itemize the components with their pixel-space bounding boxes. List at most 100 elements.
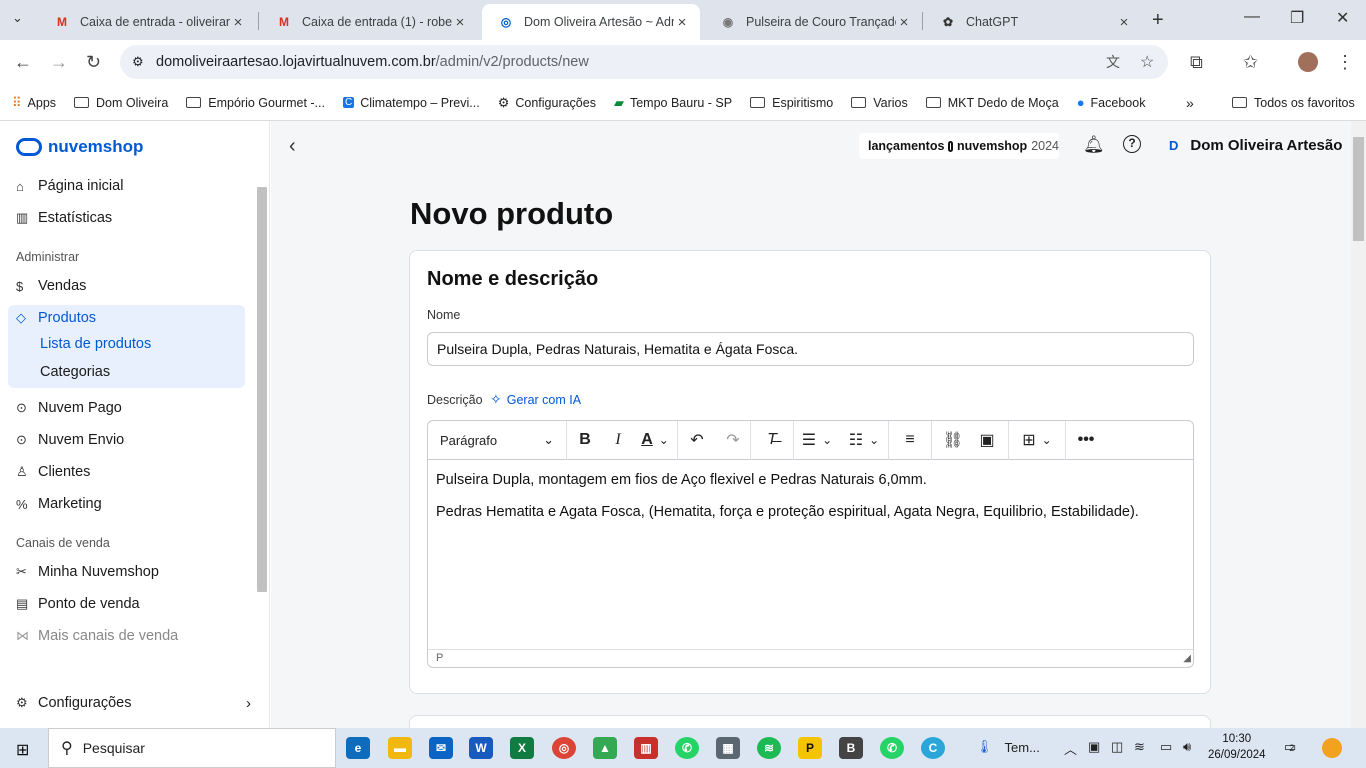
more-bookmarks-icon[interactable]: » [1186, 95, 1194, 111]
close-tab-icon[interactable]: × [230, 14, 246, 31]
sidebar-item-nuvem-pago[interactable]: ⊙ Nuvem Pago [8, 393, 245, 423]
main-scroll-thumb[interactable] [1353, 137, 1364, 241]
store-menu[interactable]: D Dom Oliveira Artesão [1169, 137, 1342, 154]
windows-start-icon[interactable]: ⊞ [16, 740, 29, 760]
edge-icon[interactable]: e [346, 737, 370, 759]
excel-icon[interactable]: X [510, 737, 534, 759]
notification-center[interactable]: ▭2 [1284, 739, 1296, 755]
winrar-icon[interactable]: ▥ [634, 737, 658, 759]
product-name-input[interactable]: Pulseira Dupla, Pedras Naturais, Hematit… [427, 332, 1194, 366]
chevron-up-icon[interactable]: ︿ [1064, 739, 1077, 758]
bookmark-climatempo[interactable]: C Climatempo – Previ... [342, 96, 480, 110]
back-button[interactable]: ← [14, 52, 32, 73]
whatsapp-icon[interactable]: ✆ [880, 737, 904, 759]
c-app-icon[interactable]: C [921, 737, 945, 759]
italic-button[interactable]: I [603, 421, 633, 460]
tray-display-icon[interactable]: ◫ [1111, 739, 1123, 755]
close-tab-icon[interactable]: × [674, 14, 690, 31]
tab-gmail-2[interactable]: M Caixa de entrada (1) - robert × [260, 4, 478, 40]
taskbar-search[interactable]: ⚲ Pesquisar [48, 728, 336, 768]
favorites-icon[interactable]: ✩ [1243, 52, 1258, 73]
link-button[interactable]: ⛓ [932, 421, 974, 460]
sidebar-item-home[interactable]: ⌂ Página inicial [8, 171, 245, 201]
star-icon[interactable]: ☆ [1140, 52, 1154, 72]
bold-button[interactable]: B [567, 421, 603, 460]
sidebar-item-stats[interactable]: ▥ Estatísticas [8, 203, 245, 233]
system-clock[interactable]: 10:30 26/09/2024 [1208, 731, 1266, 763]
bell-icon[interactable]: 🔔︎ [1083, 135, 1105, 155]
sidebar-item-sales[interactable]: $ Vendas [8, 271, 245, 301]
generate-ai-button[interactable]: ✧ Gerar com IA [490, 391, 581, 408]
spotify-icon[interactable]: ≋ [757, 737, 781, 759]
sidebar-item-more-channels[interactable]: ⋈ Mais canais de venda [8, 621, 245, 651]
bookmark-facebook[interactable]: ● Facebook [1077, 95, 1146, 110]
all-bookmarks[interactable]: Todos os favoritos [1232, 96, 1355, 110]
bookmark-mkt[interactable]: MKT Dedo de Moça [925, 96, 1059, 110]
sidebar-item-clients[interactable]: ♙ Clientes [8, 457, 245, 487]
numbered-list-button[interactable]: ☷ ⌄ [840, 421, 888, 460]
align-button[interactable]: ≡ [889, 421, 931, 460]
sidebar-item-settings[interactable]: ⚙ Configurações › [8, 688, 251, 718]
bookmark-espiritismo[interactable]: Espiritismo [750, 96, 833, 110]
description-editor[interactable]: Parágrafo ⌄ B I A ⌄ ↶ ↷ T̶ ☰ ⌄ ☷ ⌄ ≡ ⛓ ▣ ⊞ ⌄ [427, 420, 1194, 668]
extensions-icon[interactable]: ⧉ [1190, 52, 1203, 73]
menu-icon[interactable]: ⋮ [1336, 52, 1354, 73]
p-app-icon[interactable]: P [798, 737, 822, 759]
sidebar-subitem-product-list[interactable]: Lista de produtos [40, 336, 151, 352]
back-arrow-icon[interactable]: ‹ [289, 135, 296, 158]
tab-chatgpt[interactable]: ✿ ChatGPT × [924, 4, 1142, 40]
chrome-icon[interactable]: ◎ [552, 737, 576, 759]
table-button[interactable]: ⊞ ⌄ [1009, 421, 1065, 460]
tray-app-icon[interactable]: ▣ [1088, 739, 1100, 755]
sidebar-subitem-categories[interactable]: Categorias [40, 364, 110, 380]
tab-search-button[interactable]: ⌄ [12, 10, 23, 26]
close-tab-icon[interactable]: × [1116, 14, 1132, 31]
nuvemshop-logo[interactable]: nuvemshop [16, 137, 143, 157]
calculator-icon[interactable]: ▦ [716, 737, 740, 759]
resize-handle-icon[interactable]: ◢ [1183, 650, 1191, 667]
bookmark-varios[interactable]: Varios [851, 96, 908, 110]
close-tab-icon[interactable]: × [896, 14, 912, 31]
drive-icon[interactable]: ▲ [593, 737, 617, 759]
sidebar-scroll-thumb[interactable] [257, 187, 267, 592]
bookmark-apps[interactable]: ⠿ Apps [12, 95, 56, 111]
translate-icon[interactable]: 文 [1106, 52, 1120, 72]
bullet-list-button[interactable]: ☰ ⌄ [794, 421, 840, 460]
sidebar-item-products[interactable]: ◇ Produtos [8, 303, 245, 333]
site-info-icon[interactable]: ⚙ [132, 54, 144, 70]
clear-format-button[interactable]: T̶ [751, 421, 793, 460]
close-tab-icon[interactable]: × [452, 14, 468, 31]
word-icon[interactable]: W [469, 737, 493, 759]
network-icon[interactable]: ▭ [1160, 739, 1172, 755]
profile-avatar[interactable] [1298, 52, 1318, 72]
bookmark-emporio[interactable]: Empório Gourmet -... [186, 96, 325, 110]
undo-button[interactable]: ↶ [678, 421, 716, 460]
tab-gmail-1[interactable]: M Caixa de entrada - oliveiraro × [38, 4, 256, 40]
wifi-icon[interactable]: ≋ [1134, 739, 1145, 755]
sidebar-item-my-nuvemshop[interactable]: ✂ Minha Nuvemshop [8, 557, 245, 587]
forward-button[interactable]: → [50, 52, 68, 73]
new-tab-button[interactable]: + [1152, 9, 1164, 32]
close-window-button[interactable]: ✕ [1336, 8, 1349, 28]
b-app-icon[interactable]: B [839, 737, 863, 759]
tab-pulseira[interactable]: ◉ Pulseira de Couro Trançado × [704, 4, 922, 40]
image-button[interactable]: ▣ [974, 421, 1000, 460]
more-options-button[interactable]: ••• [1066, 421, 1106, 460]
restore-button[interactable]: ❐ [1290, 8, 1304, 28]
reload-button[interactable]: ↻ [86, 52, 101, 73]
bookmark-tempo-bauru[interactable]: ▰ Tempo Bauru - SP [614, 95, 732, 111]
file-explorer-icon[interactable]: ▬ [388, 737, 412, 759]
bookmark-dom-oliveira[interactable]: Dom Oliveira [74, 96, 168, 110]
weather-widget[interactable]: 🌡︎ Tem... [976, 739, 1040, 755]
text-color-button[interactable]: A ⌄ [633, 421, 677, 460]
sidebar-item-pos[interactable]: ▤ Ponto de venda [8, 589, 245, 619]
whatsapp-small-icon[interactable]: ✆ [675, 737, 699, 759]
sidebar-item-marketing[interactable]: % Marketing [8, 489, 245, 519]
editor-body[interactable]: Pulseira Dupla, montagem em fios de Aço … [428, 460, 1193, 544]
help-icon[interactable]: ? [1123, 135, 1141, 153]
sidebar-item-nuvem-envio[interactable]: ⊙ Nuvem Envio [8, 425, 245, 455]
tab-nuvemshop-admin[interactable]: ◎ Dom Oliveira Artesão ~ Adm × [482, 4, 700, 40]
bookmark-configuracoes[interactable]: ⚙ Configurações [498, 95, 596, 111]
volume-icon[interactable]: 🔊︎ [1183, 739, 1191, 755]
format-select[interactable]: Parágrafo ⌄ [428, 421, 566, 460]
